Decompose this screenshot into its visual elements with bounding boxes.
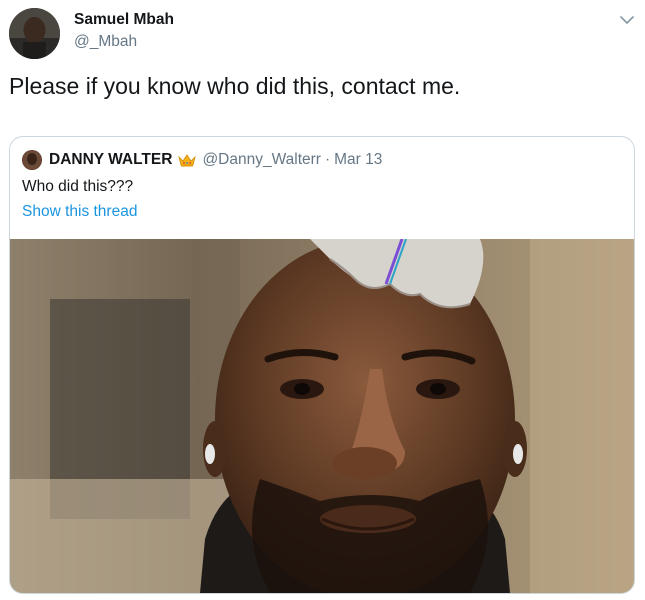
- author-avatar[interactable]: [9, 8, 60, 59]
- author-name[interactable]: Samuel Mbah: [74, 10, 174, 30]
- quoted-tweet-photo[interactable]: [10, 239, 634, 593]
- quoted-author-handle[interactable]: @Danny_Walterr: [202, 151, 321, 169]
- crown-emoji-icon: [178, 153, 197, 167]
- quoted-tweet-card[interactable]: DANNY WALTER @Danny_Walterr · Mar 13 Who…: [9, 136, 635, 594]
- author-handle[interactable]: @_Mbah: [74, 32, 174, 52]
- quoted-tweet-date[interactable]: Mar 13: [334, 151, 382, 169]
- tweet-text: Please if you know who did this, contact…: [9, 73, 461, 99]
- quoted-author-name[interactable]: DANNY WALTER: [49, 151, 172, 169]
- dot-separator: ·: [324, 151, 331, 168]
- quoted-tweet-text: Who did this???: [22, 178, 134, 195]
- quoted-author-avatar[interactable]: [22, 150, 42, 170]
- show-thread-link[interactable]: Show this thread: [22, 202, 137, 222]
- chevron-down-icon[interactable]: [617, 10, 637, 30]
- quoted-tweet-header: DANNY WALTER @Danny_Walterr · Mar 13: [49, 150, 382, 170]
- author-block: Samuel Mbah @_Mbah: [74, 10, 174, 52]
